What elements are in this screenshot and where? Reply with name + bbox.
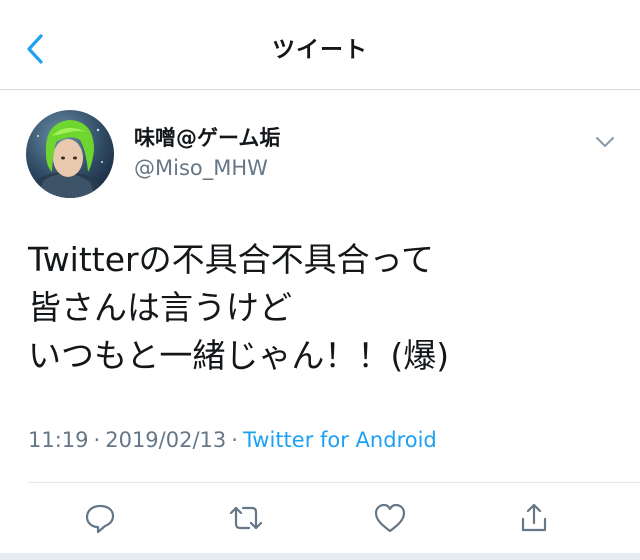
chevron-down-icon: [596, 137, 614, 147]
meta-separator: ·: [93, 428, 101, 452]
tweet-time: 11:19: [28, 428, 89, 452]
avatar[interactable]: [26, 110, 114, 198]
like-button[interactable]: [368, 496, 412, 540]
green-haired-character-avatar: [26, 110, 114, 198]
share-upload-icon: [521, 503, 547, 532]
tweet-body: Twitterの不具合不具合って 皆さんは言うけど いつもと一緒じゃん！！(爆): [28, 236, 618, 380]
author-display-name[interactable]: 味噌@ゲーム垢: [134, 122, 280, 152]
tweet-options-button[interactable]: [590, 130, 620, 154]
tweet-date: 2019/02/13: [105, 428, 227, 452]
retweet-button[interactable]: [224, 496, 268, 540]
share-button[interactable]: [512, 496, 556, 540]
tweet-line: いつもと一緒じゃん！！(爆): [28, 336, 450, 375]
speech-bubble-icon: [85, 504, 115, 534]
retweet-arrows-icon: [229, 506, 263, 530]
reply-button[interactable]: [78, 496, 122, 540]
action-bar: [0, 496, 640, 544]
page-title: ツイート: [272, 37, 368, 63]
tweet-source-link[interactable]: Twitter for Android: [243, 428, 437, 452]
tweet-line: 皆さんは言うけど: [28, 288, 292, 327]
navigation-bar: ツイート: [0, 0, 640, 90]
heart-icon: [374, 503, 406, 533]
bottom-separator: [0, 553, 640, 560]
tweet-meta: 11:19 · 2019/02/13 · Twitter for Android: [28, 428, 437, 452]
author-handle[interactable]: @Miso_MHW: [134, 156, 268, 180]
divider: [28, 482, 640, 483]
meta-separator: ·: [231, 428, 238, 452]
tweet-line: Twitterの不具合不具合って: [28, 240, 434, 279]
